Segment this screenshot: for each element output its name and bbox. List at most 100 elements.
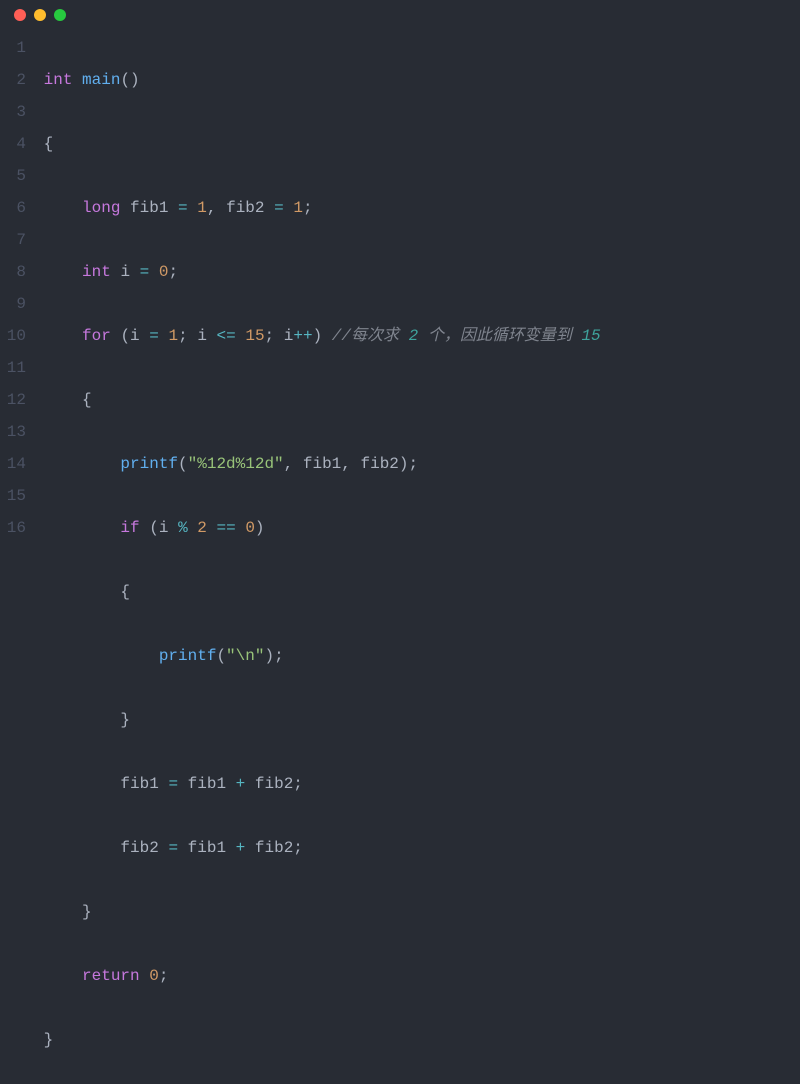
paren-open: ( (120, 327, 130, 345)
op-assign: = (178, 199, 188, 217)
code-line: fib2 = fib1 + fib2; (34, 832, 800, 864)
semicolon: ; (159, 967, 169, 985)
var-fib2: fib2 (255, 839, 293, 857)
line-number: 14 (0, 448, 26, 480)
var-fib2: fib2 (255, 775, 293, 793)
code-line: long fib1 = 1, fib2 = 1; (34, 192, 800, 224)
var-i: i (130, 327, 140, 345)
line-number-gutter: 1 2 3 4 5 6 7 8 9 10 11 12 13 14 15 16 (0, 32, 34, 1084)
line-number: 9 (0, 288, 26, 320)
semicolon: ; (303, 199, 313, 217)
comma: , (207, 199, 217, 217)
keyword-int: int (82, 263, 111, 281)
code-line: int i = 0; (34, 256, 800, 288)
var-fib2: fib2 (361, 455, 399, 473)
semicolon: ; (293, 775, 303, 793)
brace-close: } (44, 1031, 54, 1049)
code-line: } (34, 704, 800, 736)
line-number: 5 (0, 160, 26, 192)
paren-close: ) (264, 647, 274, 665)
num-1: 1 (197, 199, 207, 217)
op-plus: + (236, 839, 246, 857)
op-mod: % (178, 519, 188, 537)
code-line: } (34, 1024, 800, 1056)
line-number: 11 (0, 352, 26, 384)
parens: () (120, 71, 139, 89)
brace-open: { (120, 583, 130, 601)
string-literal: "%12d%12d" (188, 455, 284, 473)
op-assign: = (274, 199, 284, 217)
line-number: 15 (0, 480, 26, 512)
line-number: 4 (0, 128, 26, 160)
brace-close: } (82, 903, 92, 921)
num-1: 1 (293, 199, 303, 217)
code-line: return 0; (34, 960, 800, 992)
line-number: 6 (0, 192, 26, 224)
line-number: 2 (0, 64, 26, 96)
line-number: 1 (0, 32, 26, 64)
code-line: { (34, 128, 800, 160)
line-number: 12 (0, 384, 26, 416)
var-fib1: fib1 (303, 455, 341, 473)
comment: //每次求 2 个，因此循环变量到 15 (332, 327, 601, 345)
code-area[interactable]: int main() { long fib1 = 1, fib2 = 1; in… (34, 32, 800, 1084)
keyword-return: return (82, 967, 140, 985)
semicolon: ; (409, 455, 419, 473)
keyword-for: for (82, 327, 111, 345)
paren-close: ) (313, 327, 323, 345)
var-fib1: fib1 (120, 775, 158, 793)
op-assign: = (168, 839, 178, 857)
minimize-icon[interactable] (34, 9, 46, 21)
close-icon[interactable] (14, 9, 26, 21)
num-0: 0 (245, 519, 255, 537)
fn-printf: printf (159, 647, 217, 665)
var-i: i (197, 327, 207, 345)
brace-open: { (82, 391, 92, 409)
comma: , (341, 455, 351, 473)
keyword-long: long (82, 199, 120, 217)
titlebar (0, 0, 800, 30)
var-i: i (159, 519, 169, 537)
var-i: i (284, 327, 294, 345)
paren-open: ( (178, 455, 188, 473)
maximize-icon[interactable] (54, 9, 66, 21)
num-0: 0 (149, 967, 159, 985)
line-number: 8 (0, 256, 26, 288)
paren-open: ( (216, 647, 226, 665)
line-number: 13 (0, 416, 26, 448)
code-line: printf("\n"); (34, 640, 800, 672)
op-le: <= (217, 327, 236, 345)
op-plus: + (236, 775, 246, 793)
code-line: { (34, 384, 800, 416)
line-number: 16 (0, 512, 26, 544)
num-15: 15 (245, 327, 264, 345)
fn-main: main (82, 71, 120, 89)
code-line: if (i % 2 == 0) (34, 512, 800, 544)
comma: , (284, 455, 294, 473)
brace-open: { (44, 135, 54, 153)
code-line: } (34, 896, 800, 928)
code-editor: 1 2 3 4 5 6 7 8 9 10 11 12 13 14 15 16 i… (0, 30, 800, 1084)
paren-open: ( (149, 519, 159, 537)
op-assign: = (168, 775, 178, 793)
op-inc: ++ (293, 327, 312, 345)
var-fib2: fib2 (120, 839, 158, 857)
keyword-int: int (44, 71, 73, 89)
code-line: printf("%12d%12d", fib1, fib2); (34, 448, 800, 480)
semicolon: ; (274, 647, 284, 665)
line-number: 7 (0, 224, 26, 256)
code-line: { (34, 576, 800, 608)
paren-close: ) (399, 455, 409, 473)
code-line: int main() (34, 64, 800, 96)
semicolon: ; (293, 839, 303, 857)
var-fib1: fib1 (130, 199, 168, 217)
line-number: 10 (0, 320, 26, 352)
num-1: 1 (168, 327, 178, 345)
paren-close: ) (255, 519, 265, 537)
op-assign: = (149, 327, 159, 345)
semicolon: ; (178, 327, 188, 345)
var-fib1: fib1 (188, 775, 226, 793)
semicolon: ; (265, 327, 275, 345)
brace-close: } (120, 711, 130, 729)
code-line: for (i = 1; i <= 15; i++) //每次求 2 个，因此循环… (34, 320, 800, 352)
